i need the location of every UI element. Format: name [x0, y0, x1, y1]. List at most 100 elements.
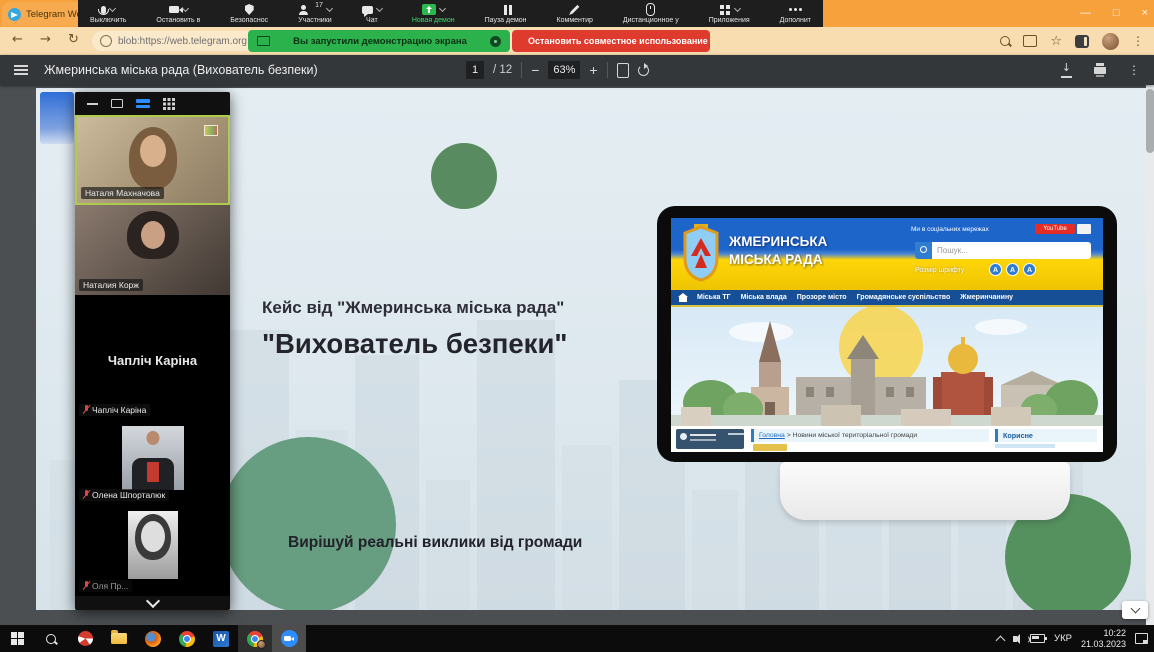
firefox-button[interactable]: [136, 625, 170, 652]
site-name: ЖМЕРИНСЬКА МІСЬКА РАДА: [729, 233, 827, 269]
taskbar-app-red[interactable]: [68, 625, 102, 652]
chevron-down-icon[interactable]: [376, 4, 383, 11]
home-icon[interactable]: [679, 297, 687, 302]
maximize-button[interactable]: □: [1113, 8, 1120, 19]
download-icon[interactable]: ↓: [1061, 62, 1072, 77]
nav-item[interactable]: Жмеринчанину: [960, 294, 1013, 301]
nav-item[interactable]: Міська влада: [741, 294, 787, 301]
remote-control-button[interactable]: Дистанционное у: [623, 3, 679, 24]
participant-photo: [122, 426, 184, 490]
hidden-icons-chevron[interactable]: [996, 635, 1006, 645]
fit-page-icon[interactable]: [617, 63, 629, 78]
back-button[interactable]: ←: [12, 32, 23, 47]
chevron-down-icon[interactable]: [734, 4, 741, 11]
side-panel-icon[interactable]: [1075, 35, 1089, 48]
site-search-field[interactable]: Пошук...: [915, 242, 1091, 259]
battery-icon[interactable]: [1030, 634, 1045, 643]
browser-menu-icon[interactable]: ⋮: [1132, 35, 1144, 47]
stop-video-button[interactable]: Остановить в: [156, 3, 200, 24]
pdf-menu-icon[interactable]: [14, 65, 28, 67]
apps-button[interactable]: Приложения: [709, 3, 750, 24]
site-info-icon[interactable]: [100, 35, 112, 47]
participants-panel: Наталя Махначова Наталия Корж Чапліч Кар…: [75, 92, 230, 610]
chrome-active-button[interactable]: [238, 625, 272, 652]
minimize-button[interactable]: —: [1080, 8, 1091, 19]
reload-button[interactable]: ↻: [68, 32, 79, 47]
font-size-a-button[interactable]: A: [989, 263, 1002, 276]
muted-mic-icon: [83, 405, 89, 415]
zoom-app-button[interactable]: [272, 625, 306, 652]
panel-scroll-down-button[interactable]: [75, 596, 230, 610]
zoom-level-value[interactable]: 63%: [548, 61, 580, 79]
pdf-scrollbar[interactable]: [1146, 85, 1154, 625]
divider: [521, 62, 522, 78]
stop-sharing-button[interactable]: Остановить совместное использование: [512, 30, 710, 52]
news-button[interactable]: [753, 444, 787, 451]
participants-button[interactable]: 17 Участники: [298, 3, 332, 24]
font-size-buttons: A A A: [989, 263, 1036, 276]
keyboard-language[interactable]: УКР: [1054, 633, 1072, 644]
video-tile[interactable]: Олена Шпорталюк: [75, 420, 230, 505]
site-navbar: Міська ТГ Міська влада Прозоре місто Гро…: [671, 290, 1103, 305]
chevron-down-icon[interactable]: [182, 4, 189, 11]
scrollbar-thumb[interactable]: [1146, 89, 1154, 153]
chevron-down-icon[interactable]: [109, 4, 116, 11]
share-options-icon[interactable]: [490, 36, 501, 47]
forward-button[interactable]: →: [40, 32, 51, 47]
url-text: blob:https://web.telegram.org: [118, 36, 247, 47]
profile-avatar[interactable]: [1102, 33, 1119, 50]
share-page-icon[interactable]: [1023, 35, 1037, 47]
breadcrumb-home-link[interactable]: Головна: [759, 432, 785, 439]
embed-widget[interactable]: [676, 429, 744, 449]
window-view-icon[interactable]: [111, 99, 123, 108]
zoom-in-button[interactable]: +: [589, 63, 597, 77]
youtube-badge[interactable]: YouTube: [1035, 224, 1075, 234]
zoom-out-button[interactable]: −: [531, 63, 539, 77]
chevron-down-icon[interactable]: [326, 4, 333, 11]
notification-center-icon[interactable]: [1135, 633, 1148, 644]
chrome-icon: [179, 631, 195, 647]
video-tile[interactable]: Наталя Махначова: [75, 115, 230, 205]
speaker-view-icon[interactable]: [136, 99, 150, 109]
more-button[interactable]: Дополнит: [780, 3, 811, 24]
start-button[interactable]: [0, 625, 34, 652]
chat-button[interactable]: Чат: [362, 3, 382, 24]
speaker-icon[interactable]: [1013, 636, 1017, 642]
close-button[interactable]: ×: [1142, 8, 1148, 19]
pdf-more-icon[interactable]: ⋮: [1128, 64, 1140, 76]
print-icon[interactable]: [1094, 67, 1106, 74]
useful-link-item[interactable]: [995, 444, 1055, 448]
new-share-button[interactable]: Новая демон: [412, 3, 455, 24]
chevron-down-icon[interactable]: [439, 4, 446, 11]
clock[interactable]: 10:22 21.03.2023: [1081, 628, 1126, 650]
divider: [607, 62, 608, 78]
red-app-icon: [78, 631, 93, 646]
nav-item[interactable]: Прозоре місто: [797, 294, 847, 301]
mute-button[interactable]: Выключить: [90, 3, 126, 24]
security-button[interactable]: Безопаснос: [230, 3, 268, 24]
search-icon[interactable]: [915, 242, 932, 259]
video-tile[interactable]: Оля Пр...: [75, 505, 230, 596]
rotate-icon[interactable]: [638, 65, 649, 76]
pdf-toolbar: Жмеринська міська рада (Вихователь безпе…: [0, 55, 1154, 85]
nav-item[interactable]: Міська ТГ: [697, 294, 731, 301]
scroll-down-button[interactable]: [1122, 601, 1148, 619]
participant-name-tag: Олена Шпорталюк: [79, 489, 169, 501]
bookmark-star-icon[interactable]: ☆: [1050, 35, 1062, 48]
word-button[interactable]: W: [204, 625, 238, 652]
file-explorer-button[interactable]: [102, 625, 136, 652]
pause-share-button[interactable]: Пауза демон: [485, 3, 527, 24]
taskbar-search-button[interactable]: [34, 625, 68, 652]
font-size-a-button[interactable]: A: [1023, 263, 1036, 276]
participant-name-tag: Чапліч Каріна: [79, 404, 150, 416]
gallery-view-icon[interactable]: [163, 98, 166, 101]
chrome-button[interactable]: [170, 625, 204, 652]
page-number-input[interactable]: 1: [466, 61, 484, 79]
nav-item[interactable]: Громадянське суспільство: [857, 294, 951, 301]
annotate-button[interactable]: Комментир: [557, 3, 593, 24]
font-size-a-button[interactable]: A: [1006, 263, 1019, 276]
video-tile[interactable]: Чапліч Каріна Чапліч Каріна: [75, 295, 230, 420]
video-tile[interactable]: Наталия Корж: [75, 205, 230, 295]
zoom-page-icon[interactable]: [1000, 36, 1010, 46]
minimize-icon[interactable]: [87, 103, 98, 105]
